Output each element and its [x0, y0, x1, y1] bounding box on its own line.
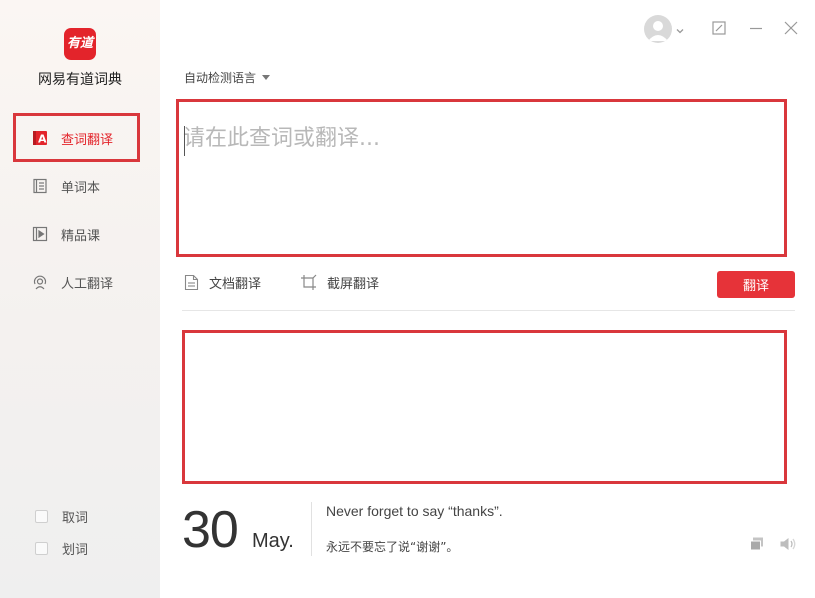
language-select-label: 自动检测语言 — [184, 71, 257, 85]
sidebar: 有道 网易有道词典 A 查词翻译 单词本 精品课 人工翻译 取词 划词 — [0, 0, 160, 598]
translate-button[interactable]: 翻译 — [717, 271, 795, 298]
user-avatar[interactable] — [644, 15, 672, 43]
daily-date-day: 30 — [182, 501, 239, 559]
document-icon — [184, 274, 199, 291]
query-input[interactable] — [179, 102, 784, 254]
sidebar-item-label: 单词本 — [61, 180, 101, 196]
app-logo: 有道 — [64, 28, 96, 60]
chevron-down-icon[interactable] — [675, 21, 691, 37]
dictionary-a-icon: A — [32, 130, 48, 146]
sidebar-item-wordbook[interactable]: 单词本 — [14, 162, 140, 210]
crop-icon — [301, 274, 317, 290]
sidebar-item-label: 查词翻译 — [61, 132, 114, 148]
sidebar-item-label: 精品课 — [61, 228, 101, 244]
copy-icon[interactable] — [749, 536, 765, 552]
speaker-icon[interactable] — [779, 536, 796, 552]
query-input-box[interactable] — [176, 99, 787, 257]
sidebar-item-courses[interactable]: 精品课 — [14, 210, 140, 258]
app-title: 网易有道词典 — [38, 72, 122, 88]
caret-down-icon — [262, 75, 271, 80]
doc-translate-button[interactable]: 文档翻译 — [184, 273, 261, 292]
capture-word-checkbox[interactable] — [35, 510, 48, 523]
daily-sentence-zh: 永远不要忘了说“谢谢”。 — [326, 540, 459, 554]
screenshot-translate-button[interactable]: 截屏翻译 — [300, 273, 379, 292]
language-select[interactable]: 自动检测语言 — [184, 69, 271, 86]
video-course-icon — [32, 226, 48, 242]
option-label: 取词 — [62, 511, 89, 526]
translation-result-box — [182, 330, 787, 484]
doc-translate-label: 文档翻译 — [209, 277, 262, 292]
daily-sentence-en: Never forget to say “thanks”. — [326, 503, 503, 519]
option-select-word[interactable]: 划词 — [35, 539, 88, 558]
select-word-checkbox[interactable] — [35, 542, 48, 555]
vertical-divider — [311, 502, 312, 556]
sidebar-item-label: 人工翻译 — [61, 276, 114, 292]
option-label: 划词 — [62, 543, 89, 558]
screenshot-translate-label: 截屏翻译 — [327, 277, 380, 292]
restore-window-icon[interactable] — [711, 20, 727, 36]
notebook-icon — [32, 178, 48, 194]
sidebar-item-lookup-translate[interactable]: A 查词翻译 — [13, 113, 140, 162]
text-cursor — [184, 126, 185, 156]
option-capture-word[interactable]: 取词 — [35, 507, 88, 526]
svg-text:A: A — [38, 133, 47, 146]
human-translate-icon — [32, 274, 48, 290]
sidebar-item-human-translation[interactable]: 人工翻译 — [14, 258, 140, 306]
close-icon[interactable] — [783, 20, 799, 36]
divider — [182, 310, 795, 311]
minimize-icon[interactable] — [748, 20, 764, 36]
daily-date-month: May. — [252, 530, 294, 552]
